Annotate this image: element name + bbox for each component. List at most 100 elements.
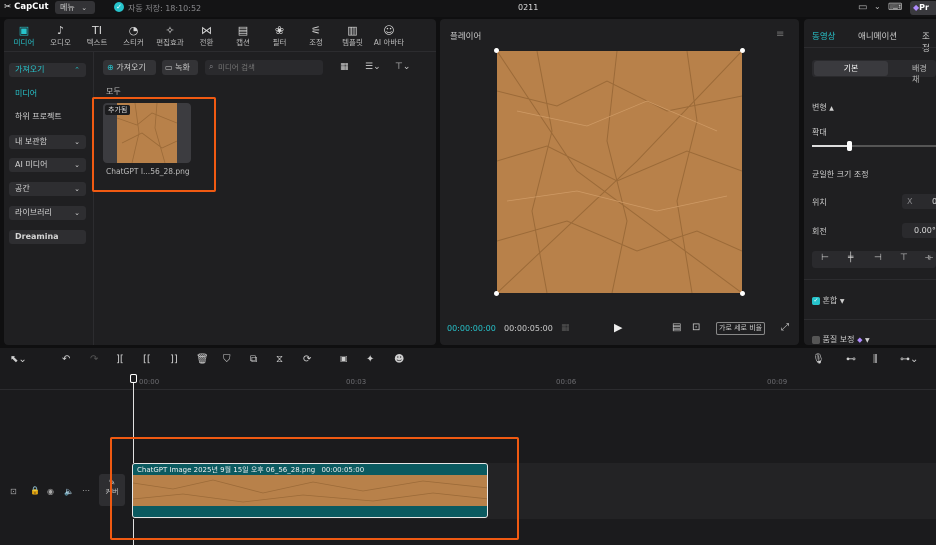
media-search-box[interactable]: ⌕ <box>205 60 323 75</box>
align-left-icon[interactable]: ⊢ <box>821 253 829 263</box>
ruler-tick-9: 00:09 <box>767 378 788 386</box>
sidebar-item-subproject[interactable]: 하위 프로젝트 <box>9 110 86 124</box>
tab-media-3[interactable]: ◔ 스티커 <box>116 24 152 48</box>
scale-slider[interactable] <box>812 141 936 151</box>
more-icon[interactable]: ⋯ <box>82 486 90 495</box>
shield-icon[interactable]: ⛉ <box>223 354 231 365</box>
magic-icon[interactable]: ✦ <box>366 354 374 365</box>
search-input[interactable] <box>218 61 318 73</box>
sidebar-item-dreamina[interactable]: Dreamina <box>9 230 86 244</box>
sidebar-item-ai-media[interactable]: AI 미디어 ⌄ <box>9 158 86 172</box>
tab-media-0[interactable]: ▣ 미디어 <box>6 24 42 48</box>
undo-icon[interactable]: ↶ <box>62 354 70 365</box>
tab-media-1[interactable]: ♪ 오디오 <box>43 24 79 48</box>
eye-icon[interactable]: ◉ <box>47 487 54 496</box>
subtab-background[interactable]: 배경 채 <box>912 63 936 85</box>
subtab-basic[interactable]: 기본 <box>814 61 888 76</box>
tab-label-3: 스티커 <box>123 38 144 47</box>
tab-media-9[interactable]: ▥ 템플릿 <box>335 24 371 48</box>
record-button[interactable]: ▭ 녹화 <box>162 60 198 75</box>
tab-media-5[interactable]: ⋈ 전환 <box>189 24 225 48</box>
tab-animation[interactable]: 애니메이션 <box>858 30 897 42</box>
tab-label-9: 템플릿 <box>342 38 363 47</box>
keyboard-icon[interactable]: ⌨ <box>888 2 902 13</box>
fit-view-icon[interactable]: ▤ <box>672 322 681 333</box>
playhead-handle[interactable] <box>130 374 137 383</box>
play-icon[interactable]: ▶ <box>614 321 622 334</box>
resize-handle-tl[interactable] <box>494 48 499 53</box>
crop-icon[interactable]: ⧉ <box>250 354 257 365</box>
tab-video[interactable]: 동영상 <box>812 30 835 42</box>
aspect-ratio-button[interactable]: 가로 세로 비율 <box>716 322 766 335</box>
media-thumbnail[interactable]: 추가됨 <box>103 102 191 164</box>
scale-slider-knob[interactable] <box>847 141 853 151</box>
transform-section[interactable]: 변형 ▲ <box>812 102 834 113</box>
layout-icon[interactable]: ▭ <box>858 2 867 13</box>
chevron-down-icon: ⌄ <box>74 161 80 169</box>
sort-icon[interactable]: ☰⌄ <box>365 62 381 72</box>
select-tool-icon[interactable]: ⬉⌄ <box>10 354 27 365</box>
pro-button[interactable]: ◆Pr <box>910 1 936 15</box>
caret-down-icon: ▼ <box>865 337 870 344</box>
delete-icon[interactable]: 🗑 <box>196 354 209 365</box>
volume-icon[interactable]: 🔈 <box>64 487 74 496</box>
tab-media-2[interactable]: TI 텍스트 <box>79 24 115 48</box>
blend-checkbox[interactable]: ✓ <box>812 296 820 305</box>
rotation-field[interactable]: 0.00° <box>902 223 936 238</box>
preview-canvas[interactable] <box>494 48 745 296</box>
chevron-down-icon[interactable]: ⌄ <box>874 2 881 11</box>
link-clips-icon[interactable]: ⊷ <box>846 354 856 365</box>
fullscreen-icon[interactable]: ⤢ <box>781 322 789 333</box>
sidebar-item-media[interactable]: 미디어 <box>9 87 86 101</box>
split-left-icon[interactable]: [[ <box>143 354 151 365</box>
snap-icon[interactable]: ⫼ <box>873 354 878 365</box>
split-icon[interactable]: ][ <box>116 354 124 365</box>
split-right-icon[interactable]: ]] <box>170 354 178 365</box>
check-icon: ✓ <box>114 2 124 12</box>
ruler-tick-3: 00:03 <box>346 378 367 386</box>
sidebar-item-import[interactable]: 가져오기 ⌃ <box>9 63 86 77</box>
tab-media-6[interactable]: ▤ 캡션 <box>225 24 261 48</box>
chevron-down-icon: ⌄ <box>74 209 80 217</box>
tab-media-10[interactable]: ☺ AI 아바타 <box>371 24 407 48</box>
hd-icon[interactable]: ▣ <box>340 354 348 363</box>
tab-media-7[interactable]: ❀ 필터 <box>262 24 298 48</box>
align-middle-icon[interactable]: ⟛ <box>925 253 933 263</box>
magnet-icon[interactable]: ⊶⌄ <box>900 354 918 365</box>
import-button[interactable]: ⊕ 가져오기 <box>103 60 156 75</box>
tab-media-8[interactable]: ⚟ 조정 <box>298 24 334 48</box>
tab-adjust[interactable]: 조정 <box>922 30 936 54</box>
quality-section[interactable]: 품질 보정 ◆ ▼ <box>812 334 870 345</box>
uniform-scale-label: 균일한 크기 조정 <box>812 170 869 179</box>
focus-icon[interactable]: ⊡ <box>692 322 700 333</box>
filter-icon[interactable]: ⊤⌄ <box>395 62 410 72</box>
grid-view-icon[interactable]: ▦ <box>340 62 349 72</box>
sidebar-item-space[interactable]: 공간 ⌄ <box>9 182 86 196</box>
sidebar-item-my-library[interactable]: 내 보관함 ⌄ <box>9 135 86 149</box>
position-x-field[interactable]: X 0 <box>902 194 936 209</box>
align-toolbar: ⊢ ╪ ⊣ ⊤ ⟛ <box>812 251 936 268</box>
person-sparkle-icon[interactable]: ☻ <box>394 354 404 365</box>
scale-label: 확대 <box>812 128 827 137</box>
mirror-icon[interactable]: ⧖ <box>276 354 283 365</box>
align-top-icon[interactable]: ⊤ <box>900 253 908 263</box>
redo-icon[interactable]: ↷ <box>90 354 98 365</box>
align-right-icon[interactable]: ⊣ <box>874 253 882 263</box>
microphone-icon[interactable]: 🎙 <box>812 354 825 365</box>
align-center-icon[interactable]: ╪ <box>848 253 853 263</box>
resize-handle-br[interactable] <box>740 291 745 296</box>
rotate-icon[interactable]: ⟳ <box>303 354 311 365</box>
ruler-tick-6: 00:06 <box>556 378 577 386</box>
menu-lines-icon[interactable]: ≡ <box>776 29 784 40</box>
timecode-grid-icon: ▦ <box>561 323 570 333</box>
sidebar-item-library[interactable]: 라이브러리 ⌄ <box>9 206 86 220</box>
menu-button[interactable]: 메뉴 ⌄ <box>55 1 95 14</box>
resize-handle-bl[interactable] <box>494 291 499 296</box>
lock-icon[interactable]: 🔒 <box>30 486 40 495</box>
blend-section[interactable]: ✓ 혼합 ▼ <box>812 295 844 306</box>
tab-media-4[interactable]: ✧ 편집효과 <box>152 24 188 48</box>
resize-handle-tr[interactable] <box>740 48 745 53</box>
quality-checkbox[interactable] <box>812 335 820 344</box>
track-video-icon[interactable]: ⊡ <box>10 487 17 496</box>
added-badge: 추가됨 <box>105 105 131 115</box>
